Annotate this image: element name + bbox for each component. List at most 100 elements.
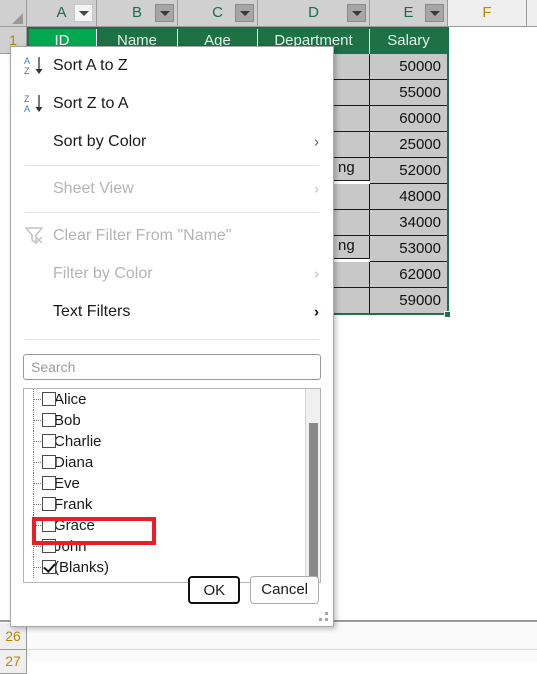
filter-button-age[interactable] [235,4,254,22]
grid-row-26[interactable] [27,623,537,650]
tree-tick [34,546,41,548]
menu-item-sort-by-color[interactable]: Sort by Color › [11,123,333,161]
sort-ascending-icon: A Z [23,54,47,78]
table-header-salary[interactable]: Salary [370,28,448,54]
list-item-checkbox[interactable] [42,455,56,469]
chevron-right-icon: › [314,133,319,151]
list-item[interactable]: Eve [24,473,320,494]
list-scrollbar-thumb[interactable] [309,423,318,582]
cell-department-partial-1[interactable]: ng [334,155,370,181]
filter-button-salary[interactable] [425,4,444,22]
list-item-label: Bob [54,412,81,429]
list-item[interactable]: Diana [24,452,320,473]
cell-salary-5[interactable]: 52000 [370,158,448,184]
dialog-button-row: OK Cancel [11,576,333,604]
tree-tick [34,462,41,464]
list-item-label: Eve [54,475,80,492]
list-item-label: Charlie [54,433,102,450]
list-item-label: Grace [54,517,95,534]
filter-values-list[interactable]: Alice Bob Charlie Diana Eve Frank Grace … [23,388,321,583]
filter-button-id[interactable] [74,4,93,22]
cell-department-row4[interactable] [334,132,370,158]
tree-tick [34,525,41,527]
cell-department-row3[interactable] [334,106,370,132]
cell-department-row9[interactable] [334,262,370,288]
column-header-f[interactable]: F [448,0,527,26]
menu-separator-3 [25,339,319,340]
cell-salary-7[interactable]: 34000 [370,210,448,236]
cell-salary-2[interactable]: 55000 [370,80,448,106]
menu-item-text-filters[interactable]: Text Filters › [11,293,333,331]
grid-row-27[interactable] [27,650,537,662]
cell-salary-10[interactable]: 59000 [370,288,448,314]
resize-grip-icon[interactable] [319,612,329,622]
list-item-checkbox[interactable] [42,518,56,532]
cell-salary-1[interactable]: 50000 [370,54,448,80]
cell-salary-8[interactable]: 53000 [370,236,448,262]
menu-item-label: Clear Filter From "Name" [53,227,232,244]
ok-button[interactable]: OK [188,576,241,604]
list-item-label: John [54,538,87,555]
list-item[interactable]: Alice [24,389,320,410]
svg-text:A: A [24,104,30,114]
cell-department-row6[interactable] [334,184,370,210]
list-item-checkbox[interactable] [42,392,56,406]
row-header-26[interactable]: 26 [0,623,27,650]
menu-item-sort-z-to-a[interactable]: Z A Sort Z to A [11,85,333,123]
list-scrollbar[interactable] [305,389,320,582]
filter-button-name[interactable] [155,4,174,22]
cell-salary-9[interactable]: 62000 [370,262,448,288]
tree-tick [34,399,41,401]
chevron-right-icon: › [314,265,319,283]
cell-department-row7[interactable] [334,210,370,236]
tree-tick [34,420,41,422]
tree-tick [34,441,41,443]
menu-separator-1 [25,165,319,166]
list-item[interactable]: Grace [24,515,320,536]
list-item-blanks[interactable]: (Blanks) [24,557,320,578]
list-item-checkbox[interactable] [42,434,56,448]
cell-salary-3[interactable]: 60000 [370,106,448,132]
list-item-checkbox[interactable] [42,497,56,511]
search-input[interactable] [23,354,321,380]
tree-tick [34,483,41,485]
search-row [11,344,333,380]
filter-button-department[interactable] [347,4,366,22]
menu-item-label: Sort by Color [53,133,147,150]
cell-salary-4[interactable]: 25000 [370,132,448,158]
list-item-checkbox[interactable] [42,560,56,574]
svg-text:Z: Z [24,94,30,104]
select-all-corner[interactable] [0,0,27,26]
cancel-button[interactable]: Cancel [250,576,319,604]
list-item-label: (Blanks) [54,559,110,576]
list-item[interactable]: Bob [24,410,320,431]
row-header-27[interactable]: 27 [0,650,27,674]
fill-handle[interactable] [444,311,451,318]
tree-tick [34,567,41,569]
list-item-label: Diana [54,454,94,471]
list-item[interactable]: John [24,536,320,557]
menu-item-filter-by-color[interactable]: Filter by Color › [11,255,333,293]
menu-item-label: Sort A to Z [53,57,128,74]
menu-item-clear-filter[interactable]: Clear Filter From "Name" [11,217,333,255]
cell-department-partial-2[interactable]: ng [334,233,370,259]
list-item-checkbox[interactable] [42,413,56,427]
menu-item-sort-a-to-z[interactable]: A Z Sort A to Z [11,47,333,85]
list-item[interactable]: Charlie [24,431,320,452]
menu-separator-2 [25,212,319,213]
column-header-g-partial[interactable] [527,0,537,26]
sort-descending-icon: Z A [23,92,47,116]
list-item-label: Alice [54,391,87,408]
list-item[interactable]: Frank [24,494,320,515]
svg-text:A: A [24,56,30,66]
cell-salary-6[interactable]: 48000 [370,184,448,210]
cell-department-row2[interactable] [334,80,370,106]
cell-department-row1[interactable] [334,54,370,80]
menu-item-label: Text Filters [53,303,131,320]
menu-item-sheet-view[interactable]: Sheet View › [11,170,333,208]
list-item-checkbox[interactable] [42,539,56,553]
list-item-checkbox[interactable] [42,476,56,490]
cell-department-row10[interactable] [334,288,370,314]
chevron-right-icon: › [314,180,319,198]
filter-dropdown-panel[interactable]: A Z Sort A to Z Z A Sort Z to A Sort by … [10,46,334,627]
